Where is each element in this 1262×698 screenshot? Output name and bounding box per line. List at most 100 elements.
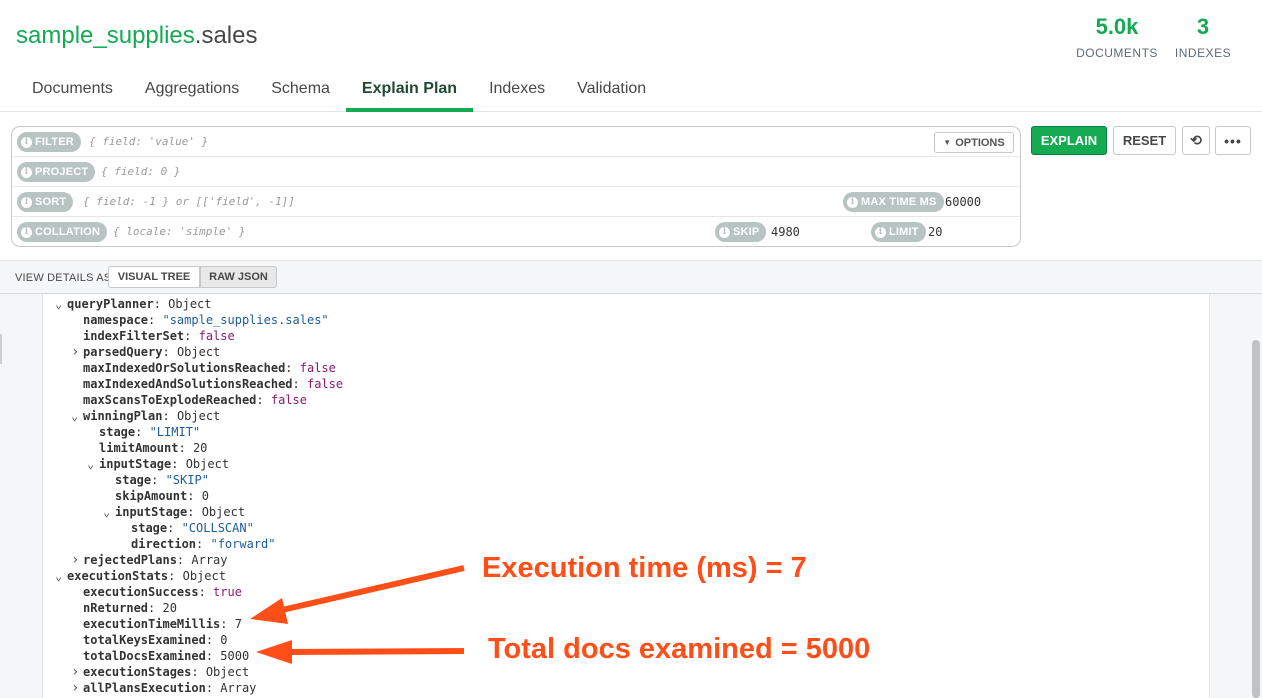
json-line: maxIndexedOrSolutionsReached: false <box>83 361 336 375</box>
chevron-right-icon[interactable]: › <box>71 552 83 568</box>
json-key: inputStage <box>115 505 188 519</box>
tab-schema[interactable]: Schema <box>255 70 346 112</box>
json-line[interactable]: ⌄ inputStage: Object <box>103 504 245 520</box>
json-line: totalDocsExamined: 5000 <box>83 649 250 663</box>
json-line[interactable]: ⌄ executionStats: Object <box>55 568 226 584</box>
tab-validation[interactable]: Validation <box>561 70 662 112</box>
chevron-right-icon[interactable]: › <box>71 680 83 696</box>
json-line[interactable]: ⌄ winningPlan: Object <box>71 408 220 424</box>
json-key: skipAmount <box>115 489 188 503</box>
indexes-count: 3 <box>1196 14 1210 39</box>
json-line[interactable]: › allPlansExecution: Array <box>71 680 256 696</box>
tab-documents[interactable]: Documents <box>16 70 129 112</box>
json-line[interactable]: › parsedQuery: Object <box>71 344 220 360</box>
reset-button[interactable]: RESET <box>1113 126 1176 155</box>
json-key: namespace <box>83 313 149 327</box>
chevron-right-icon[interactable]: › <box>71 664 83 680</box>
skip-input[interactable]: 4980 <box>771 225 800 239</box>
collation-row: i COLLATION { locale: 'simple' } i SKIP 49… <box>12 217 1020 247</box>
documents-stat: 5.0k DOCUMENTS <box>1074 14 1160 60</box>
json-type: Object <box>185 457 230 471</box>
json-value: 5000 <box>220 649 250 663</box>
json-line: stage: "SKIP" <box>115 473 209 487</box>
skip-label[interactable]: i SKIP <box>715 222 767 242</box>
json-line: maxIndexedAndSolutionsReached: false <box>83 377 344 391</box>
json-type: Object <box>201 505 246 519</box>
raw-json-button[interactable]: RAW JSON <box>200 266 277 288</box>
json-key: winningPlan <box>83 409 163 423</box>
filter-label[interactable]: i FILTER <box>17 132 81 152</box>
caret-down-icon: ▼ <box>943 138 952 147</box>
chevron-down-icon[interactable]: ⌄ <box>55 296 67 312</box>
tab-aggregations[interactable]: Aggregations <box>129 70 255 112</box>
json-key: executionTimeMillis <box>83 617 221 631</box>
project-label[interactable]: i PROJECT <box>17 162 96 182</box>
json-line[interactable]: › executionStages: Object <box>71 664 249 680</box>
namespace-title: sample_supplies.sales <box>16 22 257 50</box>
json-value: 20 <box>192 441 208 455</box>
scrollbar-thumb[interactable] <box>1252 340 1260 698</box>
json-value: "COLLSCAN" <box>181 521 254 535</box>
info-icon: i <box>21 166 32 178</box>
chevron-down-icon[interactable]: ⌄ <box>71 408 83 424</box>
chevron-down-icon[interactable]: ⌄ <box>55 568 67 584</box>
json-type: Object <box>176 409 221 423</box>
json-value: "sample_supplies.sales" <box>162 313 329 327</box>
json-type: Object <box>182 569 226 583</box>
sort-label[interactable]: i SORT <box>17 192 74 212</box>
json-key: totalKeysExamined <box>83 633 206 647</box>
json-value: "forward" <box>210 537 276 551</box>
json-type: Array <box>220 681 257 695</box>
json-type: Array <box>191 553 228 567</box>
filter-input[interactable]: { field: 'value' } <box>89 135 208 148</box>
tab-explain-plan[interactable]: Explain Plan <box>345 70 474 112</box>
chevron-down-icon[interactable]: ⌄ <box>103 504 115 520</box>
max-time-label[interactable]: i MAX TIME MS <box>843 192 944 212</box>
max-time-input[interactable]: 60000 <box>945 195 981 209</box>
sort-row: i SORT { field: -1 } or [['field', -1]] i… <box>12 187 1020 217</box>
limit-input[interactable]: 20 <box>928 225 942 239</box>
options-button[interactable]: ▼ OPTIONS <box>934 132 1014 153</box>
collection-tabs: Documents Aggregations Schema Explain Pl… <box>16 70 662 112</box>
annotation-execution-time: Execution time (ms) = 7 <box>482 552 807 584</box>
visual-tree-button[interactable]: VISUAL TREE <box>108 266 200 288</box>
view-details-bar: VIEW DETAILS AS VISUAL TREE RAW JSON <box>0 260 1262 294</box>
info-icon: i <box>719 226 730 238</box>
json-line: stage: "COLLSCAN" <box>131 521 254 535</box>
history-icon[interactable]: ⟲ <box>1182 126 1210 155</box>
project-row: i PROJECT { field: 0 } <box>12 157 1020 187</box>
json-key: limitAmount <box>99 441 179 455</box>
json-value: 0 <box>201 489 209 503</box>
json-line: maxScansToExplodeReached: false <box>83 393 307 407</box>
database-name[interactable]: sample_supplies <box>16 22 195 49</box>
sort-input[interactable]: { field: -1 } or [['field', -1]] <box>83 195 295 208</box>
info-icon: i <box>21 226 32 238</box>
collation-label[interactable]: i COLLATION <box>17 222 108 242</box>
json-key: direction <box>131 537 197 551</box>
json-value: 20 <box>162 601 177 615</box>
json-line[interactable]: ⌄ inputStage: Object <box>87 456 229 472</box>
json-line: direction: "forward" <box>131 537 276 551</box>
json-value: "LIMIT" <box>149 425 201 439</box>
chevron-down-icon[interactable]: ⌄ <box>87 456 99 472</box>
indexes-label: INDEXES <box>1174 46 1232 60</box>
json-line[interactable]: ⌄ queryPlanner: Object <box>55 296 212 312</box>
json-type: Object <box>176 345 221 359</box>
chevron-right-icon[interactable]: › <box>71 344 83 360</box>
indexes-stat: 3 INDEXES <box>1172 14 1234 60</box>
more-options-icon[interactable]: ••• <box>1215 126 1251 155</box>
filter-row: i FILTER { field: 'value' } ▼ OPTIONS <box>12 127 1020 157</box>
left-edge-marker <box>0 334 2 364</box>
json-value: false <box>306 377 344 391</box>
json-type: Object <box>205 665 250 679</box>
limit-label[interactable]: i LIMIT <box>871 222 926 242</box>
json-line[interactable]: › rejectedPlans: Array <box>71 552 228 568</box>
json-line: skipAmount: 0 <box>115 489 209 503</box>
project-input[interactable]: { field: 0 } <box>101 165 180 178</box>
tab-indexes[interactable]: Indexes <box>473 70 561 112</box>
collation-input[interactable]: { locale: 'simple' } <box>113 225 245 238</box>
json-line: executionTimeMillis: 7 <box>83 617 242 631</box>
explain-button[interactable]: EXPLAIN <box>1031 126 1107 155</box>
json-value: false <box>198 329 235 343</box>
json-key: stage <box>99 425 136 439</box>
